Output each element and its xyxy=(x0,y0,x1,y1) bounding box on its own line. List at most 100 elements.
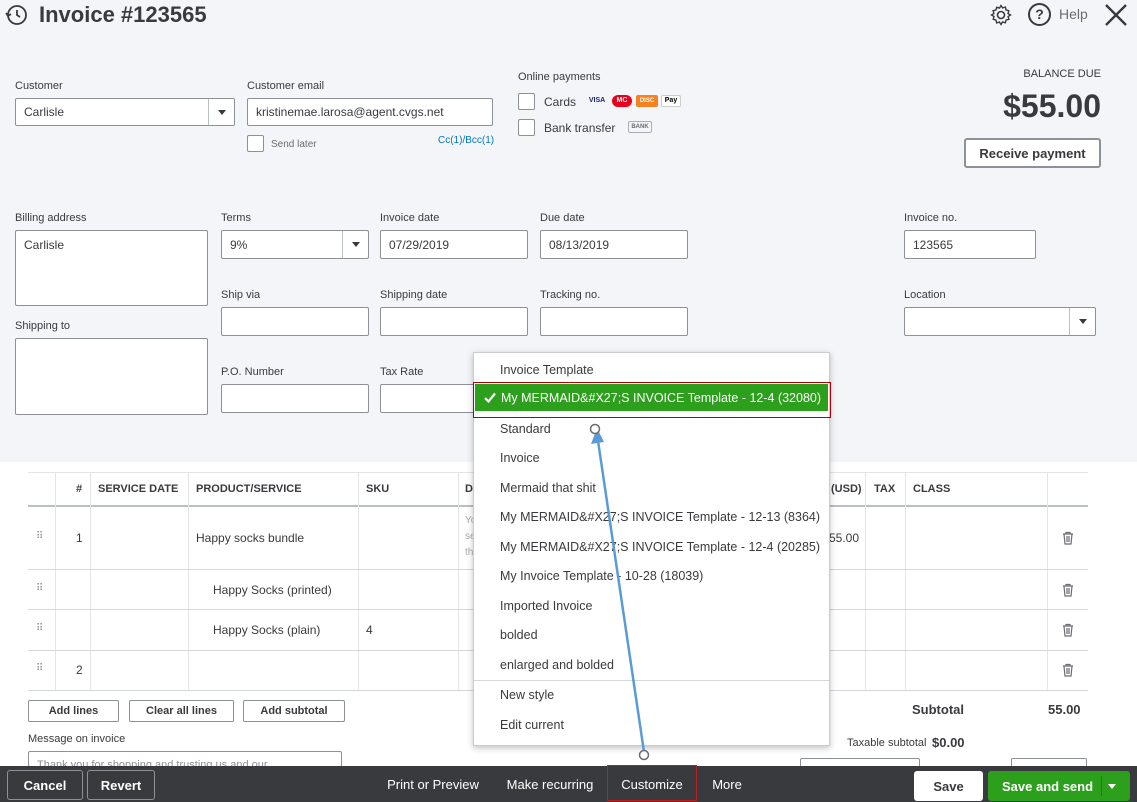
col-header-amount: (USD) xyxy=(831,483,862,495)
ship-via-field[interactable] xyxy=(221,307,369,336)
billing-address-field[interactable]: Carlisle xyxy=(15,230,208,306)
row-product[interactable]: Happy socks bundle xyxy=(196,531,304,545)
tracking-no-field[interactable] xyxy=(540,307,688,336)
row-sku[interactable]: 4 xyxy=(366,623,373,637)
col-header-num: # xyxy=(76,483,83,495)
recent-transactions-icon[interactable] xyxy=(4,3,28,27)
shipping-to-label: Shipping to xyxy=(15,320,71,332)
message-label: Message on invoice xyxy=(28,733,126,745)
visa-icon: VISA xyxy=(588,97,606,104)
trash-icon[interactable] xyxy=(1062,531,1074,545)
trash-icon[interactable] xyxy=(1062,663,1074,677)
customer-email-field[interactable]: kristinemae.larosa@agent.cvgs.net xyxy=(247,98,493,126)
invoice-no-label: Invoice no. xyxy=(904,212,958,224)
close-icon[interactable] xyxy=(1103,2,1129,28)
row-num: 1 xyxy=(76,531,83,545)
trash-icon[interactable] xyxy=(1062,623,1074,637)
new-style-option[interactable]: New style xyxy=(500,688,554,702)
col-header-class: CLASS xyxy=(913,483,951,495)
template-option[interactable]: enlarged and bolded xyxy=(500,658,614,672)
online-payments-label: Online payments xyxy=(518,71,601,83)
trash-icon[interactable] xyxy=(1062,583,1074,597)
chevron-down-icon[interactable] xyxy=(208,99,234,125)
location-select[interactable] xyxy=(904,307,1096,336)
drag-handle-icon[interactable]: ⠿ xyxy=(36,624,46,634)
template-option[interactable]: My MERMAID&#X27;S INVOICE Template - 12-… xyxy=(500,540,820,554)
caret-down-icon[interactable] xyxy=(1108,784,1116,789)
save-and-send-button[interactable]: Save and send xyxy=(988,771,1130,801)
invoice-date-field[interactable]: 07/29/2019 xyxy=(380,230,528,259)
make-recurring-button[interactable]: Make recurring xyxy=(497,766,603,802)
balance-due-label: BALANCE DUE xyxy=(1023,68,1101,80)
invoice-no-field[interactable]: 123565 xyxy=(904,230,1036,259)
receive-payment-button[interactable]: Receive payment xyxy=(964,138,1101,168)
cards-label: Cards xyxy=(544,95,577,109)
col-header-sku: SKU xyxy=(366,483,390,495)
print-preview-button[interactable]: Print or Preview xyxy=(380,766,486,802)
help-icon[interactable]: ? xyxy=(1028,3,1051,26)
col-divider xyxy=(358,472,359,690)
col-header-tax: TAX xyxy=(874,483,896,495)
template-option[interactable]: Standard xyxy=(500,422,551,436)
customer-select[interactable]: Carlisle xyxy=(15,98,235,126)
cancel-button[interactable]: Cancel xyxy=(7,770,83,800)
send-later-checkbox[interactable] xyxy=(247,135,264,152)
bank-icon: BANK xyxy=(628,121,652,133)
template-option[interactable]: bolded xyxy=(500,628,538,642)
chevron-down-icon[interactable] xyxy=(1069,308,1095,335)
drag-handle-icon[interactable]: ⠿ xyxy=(36,532,46,542)
template-option[interactable]: Imported Invoice xyxy=(500,599,592,613)
send-later-label: Send later xyxy=(271,139,317,150)
cards-checkbox[interactable] xyxy=(518,93,535,110)
save-and-send-label: Save and send xyxy=(1002,779,1094,794)
cc-bcc-link[interactable]: Cc(1)/Bcc(1) xyxy=(438,135,494,146)
shipping-to-field[interactable] xyxy=(15,338,208,415)
row-product[interactable]: Happy Socks (plain) xyxy=(213,623,320,637)
apple-pay-icon: Pay xyxy=(661,95,681,107)
add-subtotal-button[interactable]: Add subtotal xyxy=(243,700,345,722)
due-date-value: 08/13/2019 xyxy=(549,237,610,252)
more-button[interactable]: More xyxy=(704,766,750,802)
col-header-service-date: SERVICE DATE xyxy=(98,483,179,495)
due-date-field[interactable]: 08/13/2019 xyxy=(540,230,688,259)
revert-button[interactable]: Revert xyxy=(87,770,155,800)
col-divider xyxy=(865,472,866,690)
clear-all-lines-button[interactable]: Clear all lines xyxy=(129,700,234,722)
shipping-date-field[interactable] xyxy=(380,307,528,336)
row-amount[interactable]: 55.00 xyxy=(829,531,859,545)
invoice-no-value: 123565 xyxy=(913,237,954,252)
add-lines-button[interactable]: Add lines xyxy=(28,700,119,722)
balance-due-amount: $55.00 xyxy=(1003,88,1101,124)
selected-template-highlight xyxy=(473,382,831,418)
terms-label: Terms xyxy=(221,212,251,224)
tracking-no-label: Tracking no. xyxy=(540,289,601,301)
invoice-date-value: 07/29/2019 xyxy=(389,237,450,252)
template-option[interactable]: Invoice xyxy=(500,451,540,465)
template-menu-header: Invoice Template xyxy=(500,363,594,377)
bank-transfer-checkbox[interactable] xyxy=(518,119,535,136)
customize-highlight xyxy=(607,765,697,801)
page-title: Invoice #123565 xyxy=(39,2,207,27)
template-option[interactable]: My MERMAID&#X27;S INVOICE Template - 12-… xyxy=(500,510,820,524)
drag-handle-icon[interactable]: ⠿ xyxy=(36,584,46,594)
subtotal-label: Subtotal xyxy=(912,702,964,717)
terms-select[interactable]: 9% xyxy=(221,230,369,259)
gear-icon[interactable] xyxy=(989,3,1013,27)
po-number-field[interactable] xyxy=(221,384,369,413)
help-link[interactable]: Help xyxy=(1059,6,1088,22)
customer-value: Carlisle xyxy=(24,105,65,119)
billing-address-value: Carlisle xyxy=(24,238,65,252)
drag-handle-icon[interactable]: ⠿ xyxy=(36,664,46,674)
col-divider xyxy=(188,472,189,690)
template-option[interactable]: My Invoice Template - 10-28 (18039) xyxy=(500,569,703,583)
message-field[interactable]: Thank you for shopping and trusting us a… xyxy=(28,751,342,767)
edit-current-option[interactable]: Edit current xyxy=(500,718,564,732)
shipping-date-label: Shipping date xyxy=(380,289,448,301)
template-option[interactable]: Mermaid that shit xyxy=(500,481,596,495)
row-product[interactable]: Happy Socks (printed) xyxy=(213,583,332,597)
col-divider xyxy=(905,472,906,690)
discover-icon: DISC xyxy=(636,95,658,107)
save-button[interactable]: Save xyxy=(914,771,983,801)
customer-email-label: Customer email xyxy=(247,80,325,92)
chevron-down-icon[interactable] xyxy=(342,231,368,258)
